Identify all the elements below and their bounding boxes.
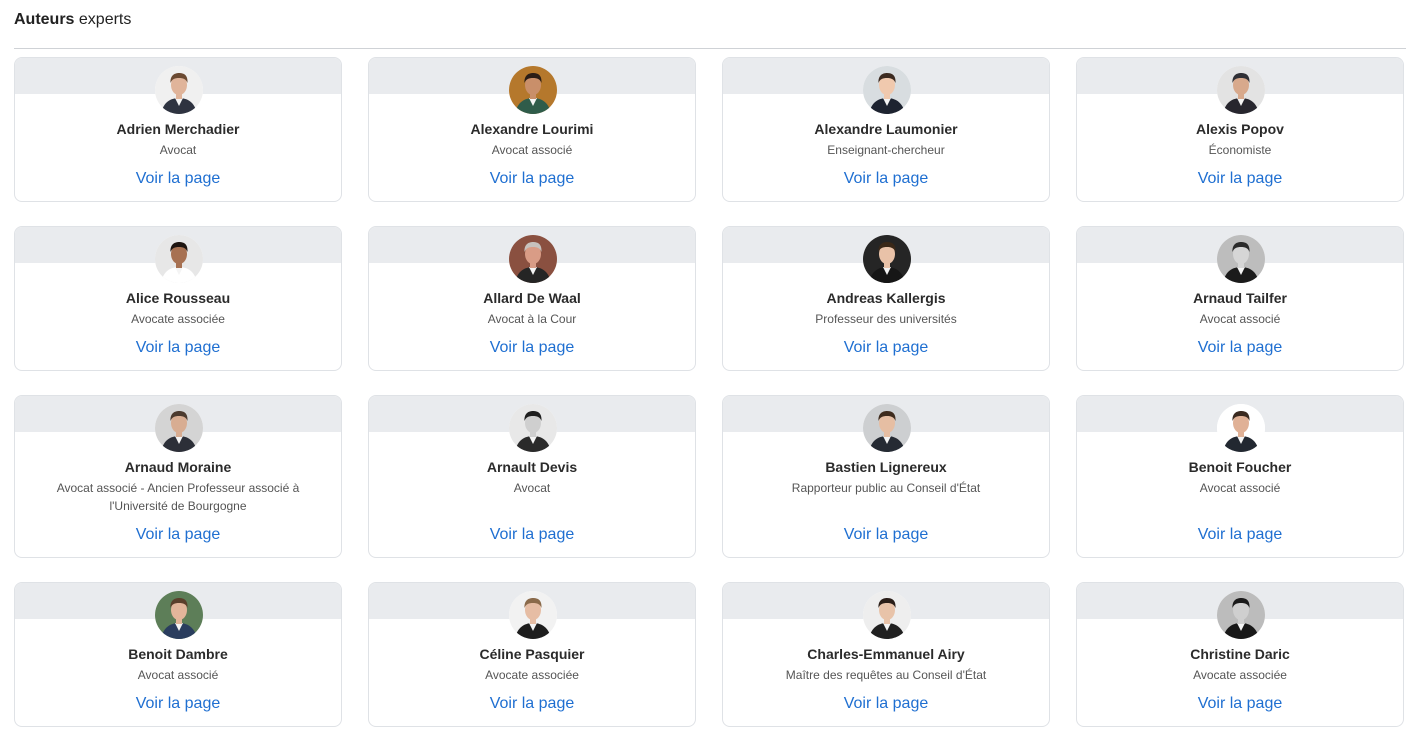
view-page-link[interactable]: Voir la page: [15, 695, 341, 713]
view-page-link[interactable]: Voir la page: [723, 339, 1049, 357]
author-card: Benoit Foucher Avocat associé Voir la page: [1076, 395, 1404, 558]
author-avatar: [509, 404, 557, 452]
author-avatar: [509, 235, 557, 283]
view-page-link[interactable]: Voir la page: [15, 170, 341, 188]
view-page-link[interactable]: Voir la page: [1077, 695, 1403, 713]
author-avatar: [509, 66, 557, 114]
author-card: Bastien Lignereux Rapporteur public au Co…: [722, 395, 1050, 558]
author-avatar: [863, 404, 911, 452]
view-page-link[interactable]: Voir la page: [723, 695, 1049, 713]
author-card: Arnault Devis Avocat Voir la page: [368, 395, 696, 558]
view-page-link[interactable]: Voir la page: [369, 339, 695, 357]
author-role: Enseignant-chercheur: [827, 143, 945, 157]
author-name: Alexandre Lourimi: [470, 121, 594, 137]
author-avatar: [1217, 66, 1265, 114]
author-role: Avocat: [159, 143, 197, 157]
author-avatar: [863, 66, 911, 114]
author-card: Charles-Emmanuel Airy Maître des requêtes…: [722, 582, 1050, 727]
author-card: Arnaud Moraine Avocat associé - Ancien Pr…: [14, 395, 342, 558]
author-avatar: [155, 235, 203, 283]
author-avatar: [1217, 404, 1265, 452]
author-name: Arnault Devis: [486, 459, 578, 475]
author-role: Avocate associée: [1193, 668, 1287, 682]
author-card: Alice Rousseau Avocate associée Voir la pa…: [14, 226, 342, 371]
author-avatar: [863, 591, 911, 639]
author-name: Céline Pasquier: [479, 646, 585, 662]
author-card: Alexandre Laumonier Enseignant-chercheur V…: [722, 57, 1050, 202]
author-card: Benoit Dambre Avocat associé Voir la page: [14, 582, 342, 727]
section-divider: [14, 48, 1406, 49]
view-page-link[interactable]: Voir la page: [15, 526, 341, 544]
author-name: Alexandre Laumonier: [814, 121, 958, 137]
author-card: Adrien Merchadier Avocat Voir la page: [14, 57, 342, 202]
author-name: Charles-Emmanuel Airy: [807, 646, 965, 662]
author-role: Avocate associée: [485, 668, 579, 682]
author-name: Alice Rousseau: [125, 290, 231, 306]
author-role: Économiste: [1208, 143, 1272, 157]
author-role: Avocat associé: [491, 143, 573, 157]
author-avatar: [155, 591, 203, 639]
author-card: Andreas Kallergis Professeur des universi…: [722, 226, 1050, 371]
author-card: Alexis Popov Économiste Voir la page: [1076, 57, 1404, 202]
author-card: Arnaud Tailfer Avocat associé Voir la page: [1076, 226, 1404, 371]
view-page-link[interactable]: Voir la page: [369, 695, 695, 713]
author-avatar: [509, 591, 557, 639]
author-role: Professeur des universités: [815, 312, 957, 326]
section-title: Auteurs experts: [14, 11, 131, 29]
author-name: Benoit Dambre: [128, 646, 228, 662]
view-page-link[interactable]: Voir la page: [1077, 339, 1403, 357]
author-avatar: [1217, 235, 1265, 283]
author-name: Adrien Merchadier: [116, 121, 240, 137]
view-page-link[interactable]: Voir la page: [1077, 526, 1403, 544]
author-avatar: [155, 404, 203, 452]
view-page-link[interactable]: Voir la page: [369, 526, 695, 544]
section-title-rest: experts: [78, 11, 132, 28]
view-page-link[interactable]: Voir la page: [723, 170, 1049, 188]
author-name: Christine Daric: [1190, 646, 1290, 662]
author-card: Christine Daric Avocate associée Voir la p…: [1076, 582, 1404, 727]
author-avatar: [1217, 591, 1265, 639]
author-role: Avocat associé: [1199, 312, 1281, 326]
author-role: Avocat associé - Ancien Professeur assoc…: [56, 481, 300, 513]
view-page-link[interactable]: Voir la page: [723, 526, 1049, 544]
view-page-link[interactable]: Voir la page: [1077, 170, 1403, 188]
author-avatar: [155, 66, 203, 114]
author-card: Allard De Waal Avocat à la Cour Voir la pa…: [368, 226, 696, 371]
author-name: Bastien Lignereux: [825, 459, 947, 475]
author-name: Arnaud Moraine: [124, 459, 232, 475]
author-role: Maître des requêtes au Conseil d'État: [785, 668, 987, 682]
view-page-link[interactable]: Voir la page: [15, 339, 341, 357]
author-role: Avocat associé: [137, 668, 219, 682]
author-role: Avocat: [513, 481, 551, 495]
author-name: Benoit Foucher: [1188, 459, 1292, 475]
author-card: Céline Pasquier Avocate associée Voir la p…: [368, 582, 696, 727]
view-page-link[interactable]: Voir la page: [369, 170, 695, 188]
author-role: Rapporteur public au Conseil d'État: [791, 481, 981, 495]
author-name: Andreas Kallergis: [826, 290, 946, 306]
author-role: Avocat associé: [1199, 481, 1281, 495]
section-title-bold: Auteurs: [14, 11, 75, 28]
author-avatar: [863, 235, 911, 283]
author-card: Alexandre Lourimi Avocat associé Voir la p…: [368, 57, 696, 202]
author-name: Allard De Waal: [483, 290, 581, 306]
author-role: Avocate associée: [131, 312, 225, 326]
author-role: Avocat à la Cour: [487, 312, 577, 326]
author-name: Alexis Popov: [1196, 121, 1284, 137]
author-name: Arnaud Tailfer: [1193, 290, 1287, 306]
